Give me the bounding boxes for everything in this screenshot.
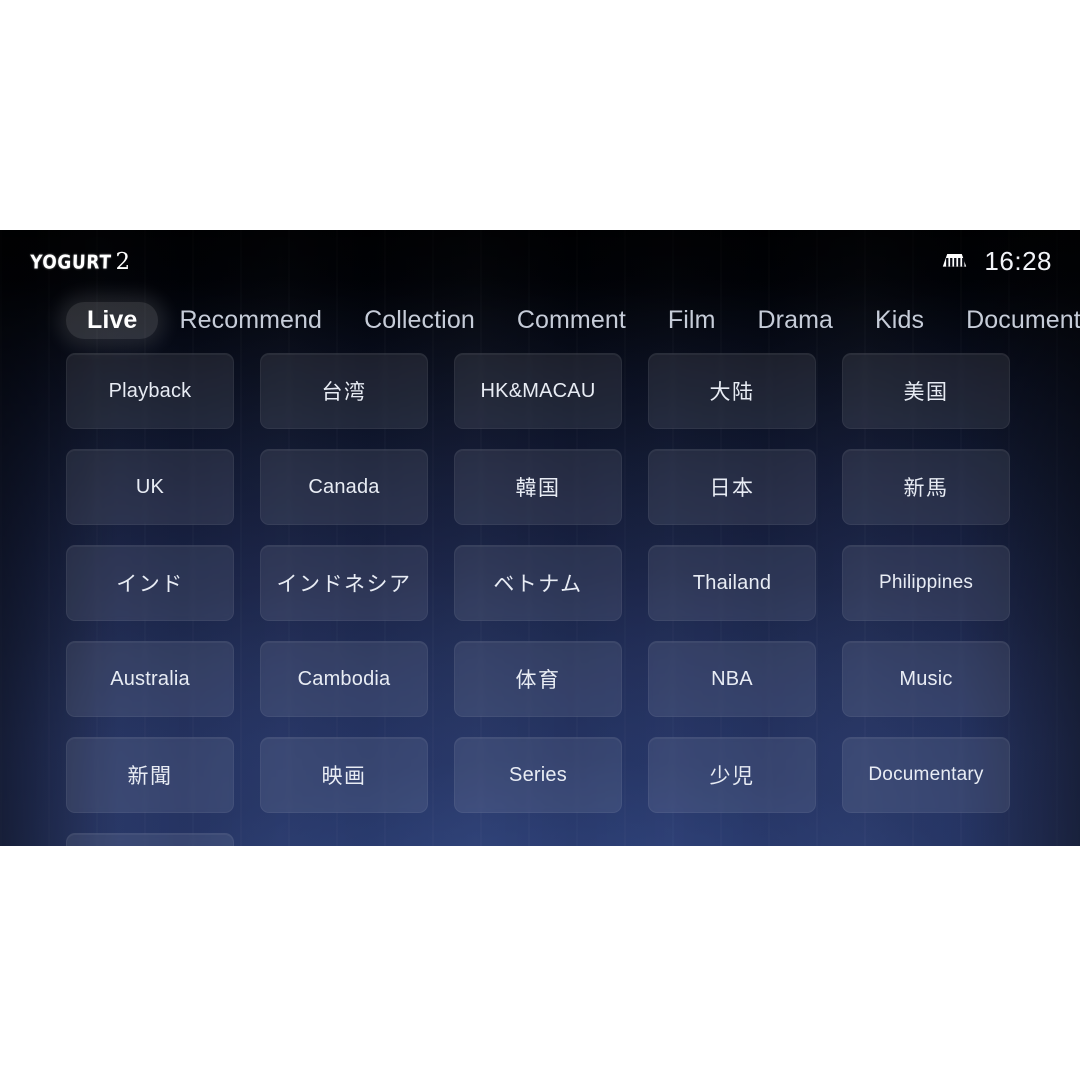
category-tile[interactable]: ベトナム (454, 545, 622, 621)
nav-tab-kids[interactable]: Kids (854, 302, 945, 339)
status-clock: 16:28 (984, 245, 1052, 276)
category-tile[interactable]: NBA (648, 641, 816, 717)
main-nav-tabs: Live Recommend Collection Comment Film Drama K… (0, 292, 1080, 348)
category-tile[interactable]: Canada (260, 449, 428, 525)
category-grid-viewport[interactable]: Playback 台湾 HK&MACAU 大陆 美国 UK Canada 韓国 日本 新馬インドイ… (0, 348, 1080, 846)
category-tile[interactable]: 日本 (648, 449, 816, 525)
category-tile[interactable]: 大陆 (648, 353, 816, 429)
nav-tab-live[interactable]: Live (66, 301, 159, 339)
tv-app-frame: YOGURT 2 16:28 Live Recommend Collection… (0, 230, 1080, 846)
app-logo: YOGURT 2 (29, 248, 131, 275)
category-tile[interactable]: インドネシア (260, 545, 428, 621)
category-grid: Playback 台湾 HK&MACAU 大陆 美国 UK Canada 韓国 日本 新馬インドイ… (0, 348, 1080, 846)
nav-tab-film[interactable]: Film (647, 302, 737, 339)
ethernet-icon (941, 248, 968, 275)
category-tile[interactable]: HK&MACAU (454, 353, 622, 429)
nav-tab-drama[interactable]: Drama (737, 302, 855, 339)
category-tile[interactable]: 韓国 (454, 449, 622, 525)
category-tile[interactable]: 少児 (648, 737, 816, 813)
category-tile[interactable]: 体育 (454, 641, 622, 717)
category-tile[interactable]: Playback (66, 353, 234, 429)
category-tile[interactable]: 新馬 (842, 449, 1010, 525)
category-tile[interactable]: Music (842, 641, 1010, 717)
page-root: YOGURT 2 16:28 Live Recommend Collection… (0, 0, 1080, 1080)
nav-tab-comment[interactable]: Comment (496, 302, 647, 339)
category-tile[interactable]: 新聞 (66, 737, 234, 813)
category-tile[interactable]: UK (66, 449, 234, 525)
category-tile[interactable]: Philippines (842, 545, 1010, 621)
category-tile[interactable]: 映画 (260, 737, 428, 813)
status-bar-right: 16:28 (941, 246, 1052, 277)
category-tile[interactable]: インド (66, 545, 234, 621)
category-tile[interactable] (66, 833, 234, 846)
category-tile[interactable]: 美国 (842, 353, 1010, 429)
category-tile[interactable]: Series (454, 737, 622, 813)
category-tile[interactable]: Australia (66, 641, 234, 717)
category-tile[interactable]: 台湾 (260, 353, 428, 429)
category-tile[interactable]: Documentary (842, 737, 1010, 813)
nav-tab-documentary[interactable]: Documentary (945, 302, 1080, 339)
category-tile[interactable]: Cambodia (260, 641, 428, 717)
status-bar: YOGURT 2 16:28 (0, 230, 1080, 292)
app-logo-word: YOGURT (29, 251, 112, 274)
app-logo-number: 2 (115, 248, 131, 275)
category-tile[interactable]: Thailand (648, 545, 816, 621)
nav-tab-recommend[interactable]: Recommend (158, 302, 343, 339)
nav-tab-collection[interactable]: Collection (343, 302, 496, 339)
